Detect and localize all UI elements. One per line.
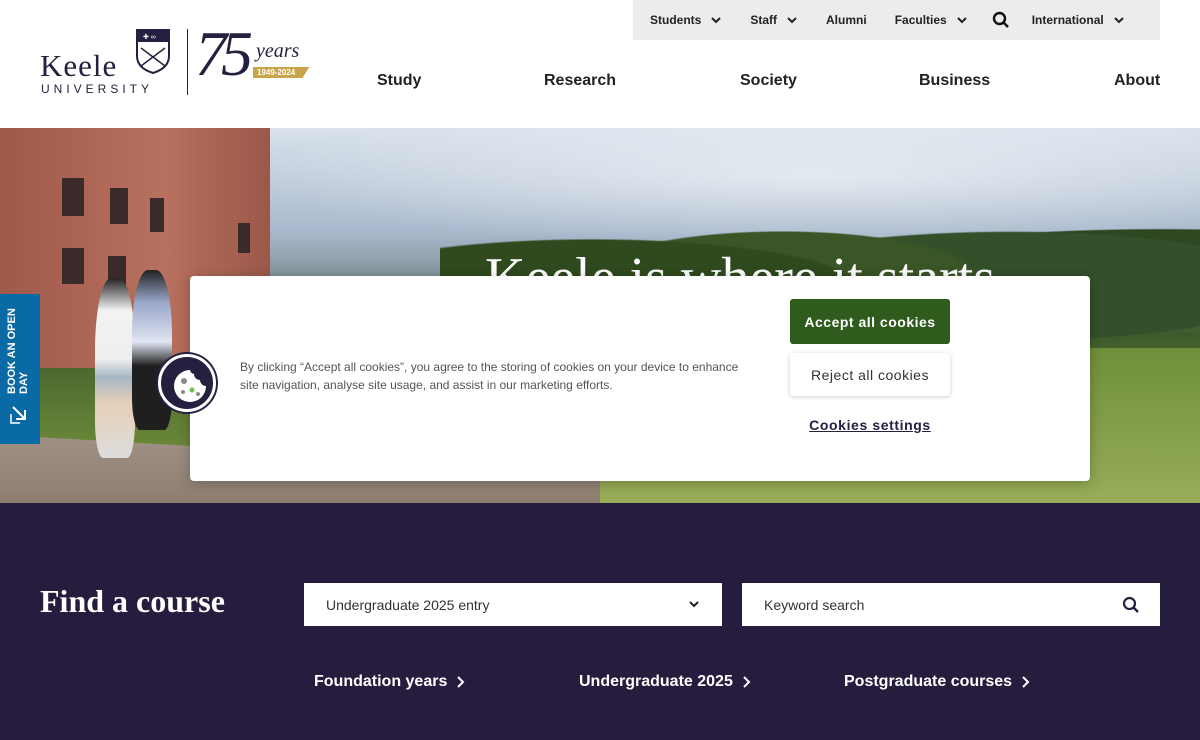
link-foundation-years[interactable]: Foundation years	[314, 673, 465, 691]
nav-business[interactable]: Business	[919, 72, 990, 90]
utility-item-students[interactable]: Students	[650, 13, 722, 27]
utility-nav: Students Staff Alumni Faculties Internat…	[633, 0, 1160, 40]
book-open-day-tab[interactable]: BOOK AN OPEN DAY	[0, 294, 40, 444]
utility-item-faculties[interactable]: Faculties	[895, 13, 968, 27]
nav-about[interactable]: About	[1114, 72, 1160, 90]
cookie-icon	[174, 370, 206, 402]
main-nav: Study Research Society Business About	[0, 72, 1200, 94]
chevron-down-icon	[787, 17, 797, 24]
nav-study[interactable]: Study	[377, 72, 421, 90]
utility-label: Staff	[750, 13, 778, 27]
chevron-down-icon	[957, 17, 967, 24]
open-day-label: BOOK AN OPEN DAY	[6, 308, 30, 394]
link-label: Undergraduate 2025	[579, 673, 733, 690]
accept-cookies-button[interactable]: Accept all cookies	[790, 299, 950, 344]
site-header: Students Staff Alumni Faculties Internat…	[0, 0, 1200, 128]
course-level-select[interactable]: Undergraduate 2025 entry	[304, 583, 722, 626]
student-figure	[95, 278, 135, 458]
svg-text:✚ ∞: ✚ ∞	[143, 33, 156, 41]
search-icon[interactable]	[1122, 596, 1140, 614]
chevron-right-icon	[457, 676, 465, 688]
link-undergraduate-2025[interactable]: Undergraduate 2025	[579, 673, 751, 691]
chevron-right-icon	[743, 676, 751, 688]
nav-research[interactable]: Research	[544, 72, 616, 90]
cookie-preferences-button[interactable]	[158, 354, 216, 412]
keyword-search-box	[742, 583, 1160, 626]
utility-item-alumni[interactable]: Alumni	[826, 13, 867, 27]
utility-item-staff[interactable]: Staff	[750, 13, 798, 27]
keyword-search-input[interactable]	[764, 596, 1094, 613]
course-level-value: Undergraduate 2025 entry	[326, 596, 490, 613]
chevron-down-icon	[689, 601, 699, 608]
anniversary-word: years	[256, 40, 300, 62]
utility-label: Alumni	[826, 13, 867, 27]
crest-icon: ✚ ∞	[136, 29, 170, 74]
cookie-settings-link[interactable]: Cookies settings	[790, 417, 950, 433]
cookie-message: By clicking “Accept all cookies”, you ag…	[240, 360, 739, 392]
link-postgraduate-courses[interactable]: Postgraduate courses	[844, 673, 1030, 691]
find-course-heading: Find a course	[40, 583, 225, 619]
utility-item-international[interactable]: International	[1032, 13, 1125, 27]
reject-cookies-button[interactable]: Reject all cookies	[790, 353, 950, 396]
link-label: Postgraduate courses	[844, 673, 1013, 690]
arrow-down-right-icon	[10, 406, 26, 424]
utility-label: Students	[650, 13, 702, 27]
utility-label: Faculties	[894, 13, 947, 27]
chevron-right-icon	[1022, 676, 1030, 688]
chevron-down-icon	[1114, 17, 1124, 24]
student-figure	[132, 270, 172, 430]
find-a-course-section: Find a course Undergraduate 2025 entry F…	[0, 503, 1200, 740]
utility-label: International	[1031, 13, 1104, 27]
nav-society[interactable]: Society	[740, 72, 797, 90]
search-icon[interactable]	[992, 11, 1010, 29]
chevron-down-icon	[711, 17, 722, 24]
link-label: Foundation years	[314, 673, 448, 690]
cookie-consent-dialog: By clicking “Accept all cookies”, you ag…	[190, 276, 1090, 481]
